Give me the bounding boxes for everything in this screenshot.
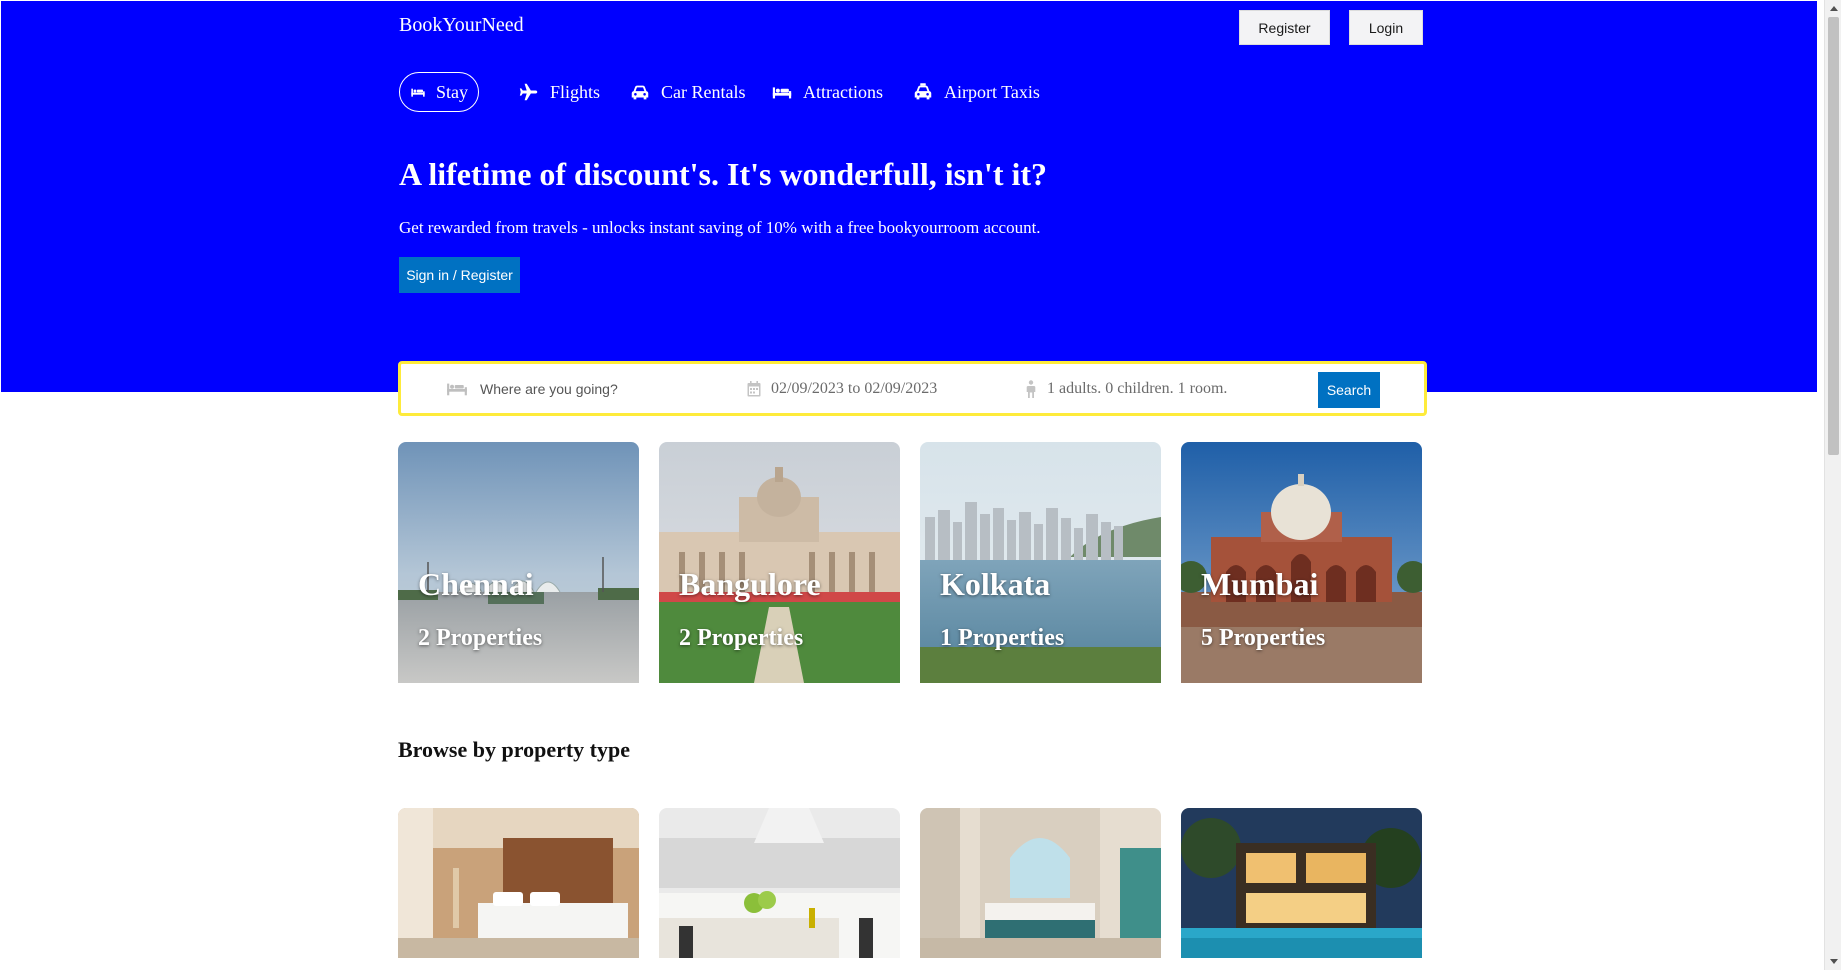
city-name: Mumbai — [1201, 566, 1319, 602]
guests-field[interactable]: 1 adults. 0 children. 1 room. — [1025, 364, 1227, 413]
city-name: Kolkata — [940, 566, 1051, 602]
person-icon — [1026, 379, 1036, 398]
nav-item-airport-taxis[interactable]: Airport Taxis — [912, 72, 1040, 112]
plane-icon — [519, 83, 538, 101]
taxi-icon — [914, 83, 932, 100]
property-type-card[interactable] — [659, 808, 900, 958]
bed-icon — [411, 88, 425, 97]
scroll-up-arrow[interactable] — [1825, 0, 1841, 17]
scrollbar-thumb[interactable] — [1828, 17, 1839, 455]
nav-item-attractions[interactable]: Attractions — [771, 72, 883, 112]
destination-input[interactable] — [478, 379, 708, 398]
arrow-up-icon — [1829, 6, 1838, 11]
date-range-text[interactable]: 02/09/2023 to 02/09/2023 — [771, 380, 937, 398]
calendar-icon — [747, 380, 761, 396]
property-type-image — [398, 808, 639, 958]
property-type-image — [659, 808, 900, 958]
car-icon — [631, 85, 649, 100]
hero-title: A lifetime of discount's. It's wonderful… — [399, 156, 1048, 192]
city-card-bangulore[interactable]: Bangulore 2 Properties — [659, 442, 900, 683]
page: BookYourNeed Register Login Stay Flights — [0, 0, 1841, 970]
site-logo[interactable]: BookYourNeed — [399, 14, 524, 37]
nav-label-flights: Flights — [550, 81, 601, 102]
property-type-image — [920, 808, 1161, 958]
city-property-count: 5 Properties — [1201, 625, 1326, 651]
nav-label-stay: Stay — [435, 81, 468, 102]
nav-item-flights[interactable]: Flights — [518, 72, 600, 112]
arrow-down-icon — [1829, 959, 1838, 964]
city-property-count: 1 Properties — [940, 625, 1065, 651]
hero-subtitle: Get rewarded from travels - unlocks inst… — [399, 218, 1041, 237]
login-button[interactable]: Login — [1349, 10, 1423, 45]
city-card-mumbai[interactable]: Mumbai 5 Properties — [1181, 442, 1422, 683]
property-type-image — [1181, 808, 1422, 958]
city-name: Bangulore — [679, 566, 821, 602]
guests-text[interactable]: 1 adults. 0 children. 1 room. — [1047, 380, 1227, 398]
city-card-kolkata[interactable]: Kolkata 1 Properties — [920, 442, 1161, 683]
property-type-card[interactable] — [1181, 808, 1422, 958]
nav-item-stay[interactable]: Stay — [399, 72, 479, 112]
hero-banner: BookYourNeed Register Login Stay Flights — [1, 1, 1817, 392]
property-type-card[interactable] — [398, 808, 639, 958]
sign-in-register-button[interactable]: Sign in / Register — [399, 257, 520, 293]
register-button[interactable]: Register — [1239, 10, 1330, 45]
nav-label-airport-taxis: Airport Taxis — [944, 81, 1040, 102]
nav-item-car-rentals[interactable]: Car Rentals — [629, 72, 745, 112]
city-name: Chennai — [418, 566, 534, 602]
nav-label-car-rentals: Car Rentals — [661, 81, 746, 102]
destination-field[interactable] — [446, 364, 708, 413]
bed-icon — [772, 87, 792, 99]
search-button[interactable]: Search — [1318, 372, 1380, 408]
city-property-count: 2 Properties — [418, 625, 543, 651]
bed-icon — [447, 383, 467, 395]
scroll-down-arrow[interactable] — [1825, 953, 1841, 970]
viewport: BookYourNeed Register Login Stay Flights — [0, 0, 1824, 970]
date-field[interactable]: 02/09/2023 to 02/09/2023 — [747, 364, 937, 413]
nav-label-attractions: Attractions — [803, 81, 883, 102]
city-card-chennai[interactable]: Chennai 2 Properties — [398, 442, 639, 683]
city-property-count: 2 Properties — [679, 625, 804, 651]
search-bar: 02/09/2023 to 02/09/2023 1 adults. 0 chi… — [398, 361, 1427, 416]
vertical-scrollbar[interactable] — [1824, 0, 1841, 970]
section-title-property-types: Browse by property type — [398, 737, 631, 762]
property-type-card[interactable] — [920, 808, 1161, 958]
